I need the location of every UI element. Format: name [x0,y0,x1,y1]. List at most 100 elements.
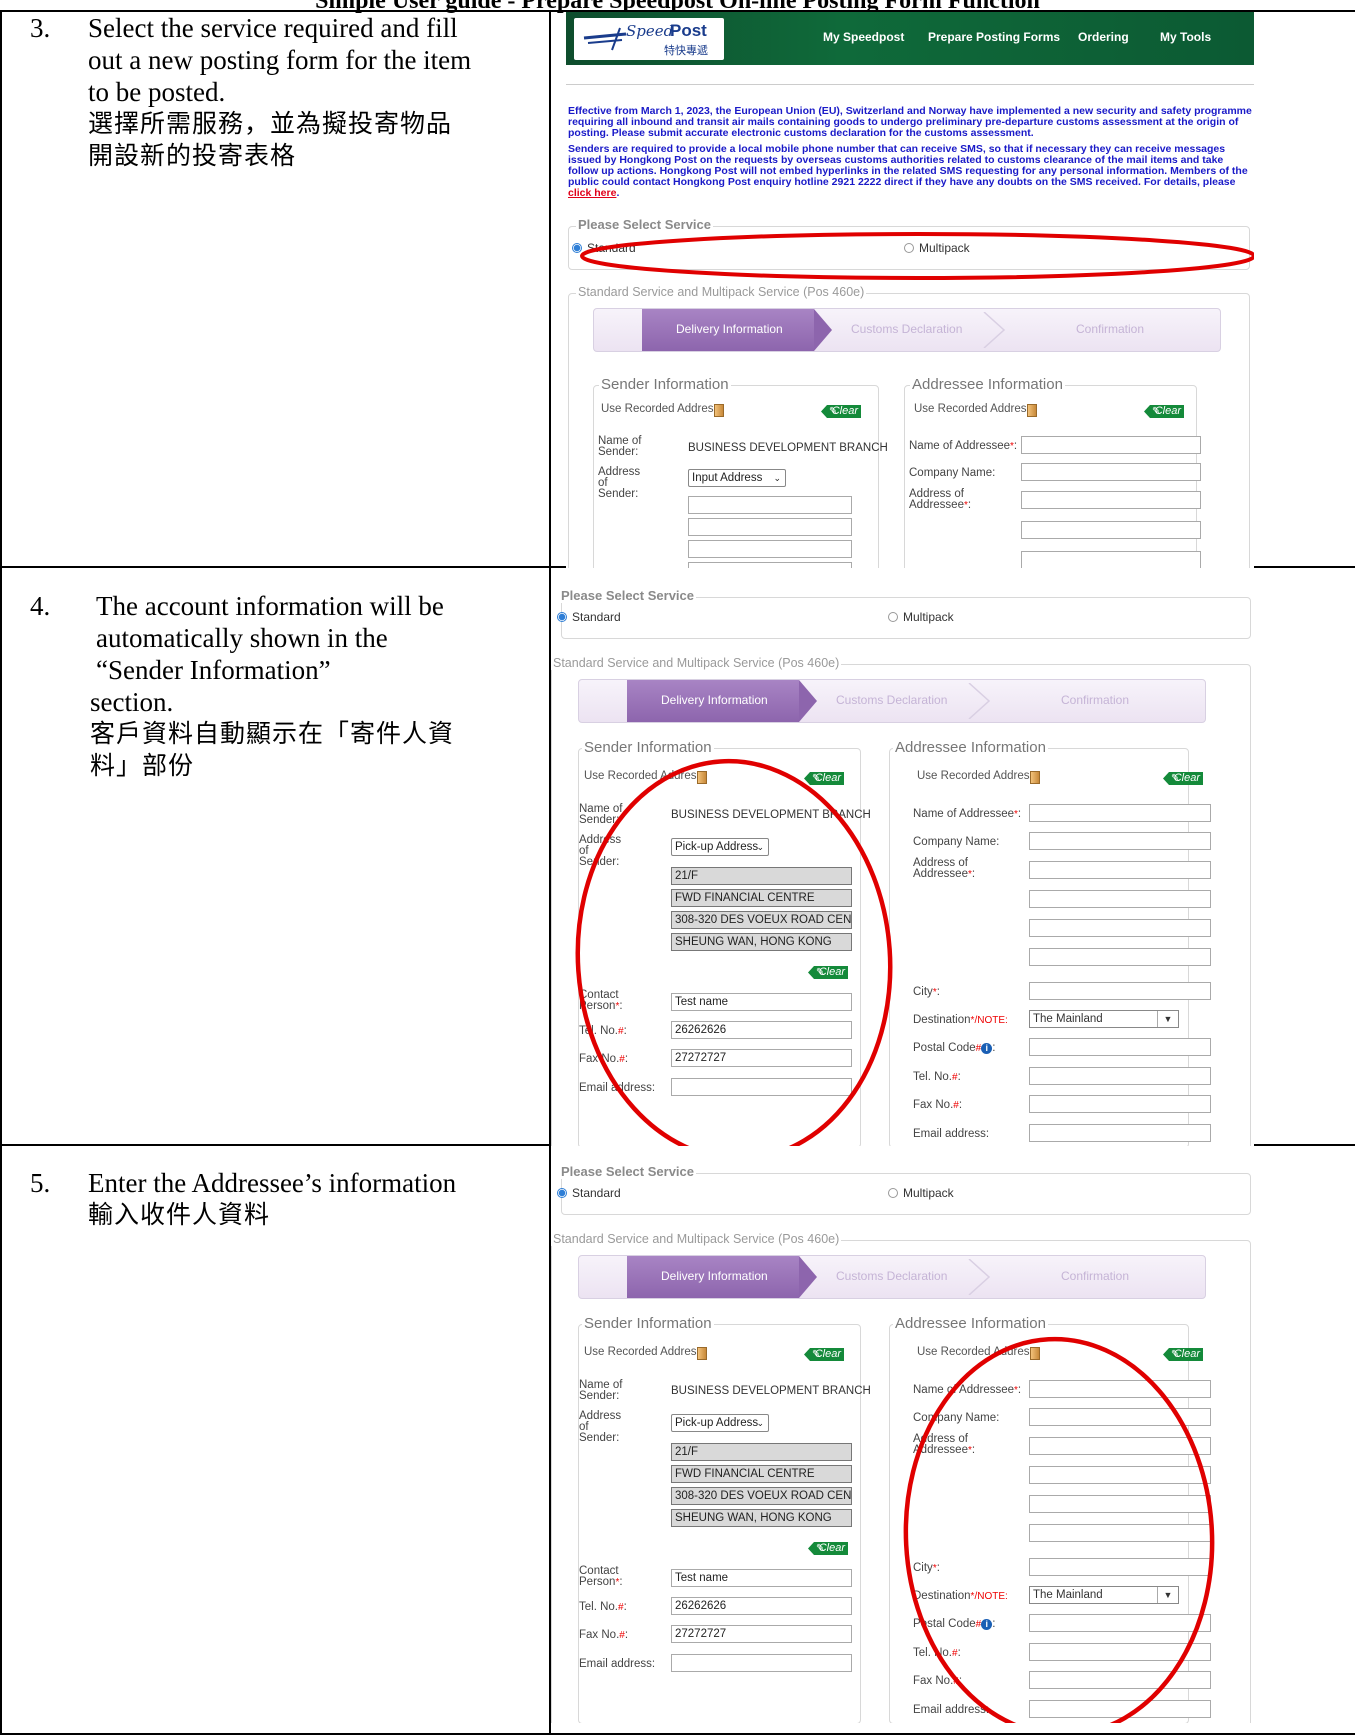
contact-person-input[interactable]: Test name [671,1569,852,1587]
radio-multipack[interactable]: Multipack [904,241,970,255]
addressee-tel-input[interactable] [1029,1067,1211,1085]
addressee-name-input[interactable] [1029,804,1211,822]
tab-delivery-information[interactable]: Delivery Information [676,322,783,336]
addressee-address-line-4[interactable] [1029,1524,1211,1542]
nav-my-tools[interactable]: My Tools [1160,30,1211,44]
tab-delivery-information[interactable]: Delivery Information [661,693,768,707]
address-type-select[interactable]: Pick-up Address ⌄ [671,1414,769,1432]
addressee-address-line-3[interactable] [1021,551,1201,568]
sender-address-line-3[interactable] [688,540,852,558]
nav-ordering[interactable]: Ordering [1078,30,1129,44]
use-recorded-address-link[interactable]: Use Recorded Address [601,403,719,415]
clear-addressee-button[interactable]: ✎ Clear [1144,405,1184,418]
pickup-address-line-3[interactable]: 308-320 DES VOEUX ROAD CENTI [671,911,852,929]
pickup-address-line-4[interactable]: SHEUNG WAN, HONG KONG [671,933,852,951]
info-icon[interactable]: i [981,1619,993,1630]
city-input[interactable] [1029,1558,1211,1576]
address-book-icon[interactable] [1030,771,1040,784]
use-recorded-address-link[interactable]: Use Recorded Address [917,1346,1035,1358]
addressee-fax-input[interactable] [1029,1095,1211,1113]
radio-standard[interactable]: Standard [572,241,636,255]
addressee-address-line-1[interactable] [1029,861,1211,879]
addressee-address-line-1[interactable] [1021,491,1201,509]
radio-standard[interactable]: Standard [557,610,621,624]
use-recorded-address-link[interactable]: Use Recorded Address [917,770,1035,782]
email-input[interactable] [671,1078,852,1096]
addressee-name-input[interactable] [1029,1380,1211,1398]
contact-person-input[interactable]: Test name [671,993,852,1011]
destination-select[interactable]: The Mainland ▼ [1029,1586,1179,1604]
step-line-cjk: 選擇所需服務，並為擬投寄物品 [88,109,453,138]
company-name-input[interactable] [1029,1408,1211,1426]
radio-standard[interactable]: Standard [557,1186,621,1200]
tab-customs-declaration[interactable]: Customs Declaration [836,693,947,707]
name-of-sender-label: Name of Sender: [579,1379,623,1402]
address-type-select[interactable]: Input Address ⌄ [688,469,786,487]
info-icon[interactable]: i [981,1043,993,1054]
address-book-icon[interactable] [697,771,707,784]
addressee-tel-input[interactable] [1029,1643,1211,1661]
address-book-icon[interactable] [1027,404,1037,417]
clear-addressee-button[interactable]: ✎ Clear [1163,1348,1203,1361]
city-input[interactable] [1029,982,1211,1000]
pickup-address-line-3[interactable]: 308-320 DES VOEUX ROAD CENTI [671,1487,852,1505]
sender-address-line-4[interactable] [688,562,852,568]
sender-name-value: BUSINESS DEVELOPMENT BRANCH [671,1385,871,1397]
email-input[interactable] [671,1654,852,1672]
sender-name-value: BUSINESS DEVELOPMENT BRANCH [671,809,871,821]
clear-address-button[interactable]: ✎ Clear [808,1542,848,1555]
addressee-fax-input[interactable] [1029,1671,1211,1689]
address-of-sender-label: Address of Sender: [579,834,622,868]
tel-input[interactable]: 26262626 [671,1597,852,1615]
tab-customs-declaration[interactable]: Customs Declaration [836,1269,947,1283]
form-progress-tabs: Delivery Information Customs Declaration… [593,308,1221,352]
nav-my-speedpost[interactable]: My Speedpost [823,30,904,44]
company-name-input[interactable] [1021,463,1201,481]
postal-code-input[interactable] [1029,1614,1211,1632]
destination-select[interactable]: The Mainland ▼ [1029,1010,1179,1028]
address-book-icon[interactable] [697,1347,707,1360]
use-recorded-address-link[interactable]: Use Recorded Address [914,403,1032,415]
clear-sender-button[interactable]: ✎ Clear [821,405,861,418]
fax-input[interactable]: 27272727 [671,1625,852,1643]
tel-input[interactable]: 26262626 [671,1021,852,1039]
addressee-email-input[interactable] [1029,1700,1211,1718]
address-type-select[interactable]: Pick-up Address ⌄ [671,838,769,856]
pickup-address-line-1[interactable]: 21/F [671,1443,852,1461]
use-recorded-address-link[interactable]: Use Recorded Address [584,1346,702,1358]
pickup-address-line-2[interactable]: FWD FINANCIAL CENTRE [671,1465,852,1483]
addressee-address-line-1[interactable] [1029,1437,1211,1455]
address-book-icon[interactable] [714,404,724,417]
radio-multipack[interactable]: Multipack [888,610,954,624]
postal-code-input[interactable] [1029,1038,1211,1056]
nav-prepare-posting-forms[interactable]: Prepare Posting Forms [928,30,1060,44]
addressee-address-line-3[interactable] [1029,1495,1211,1513]
sender-address-line-2[interactable] [688,518,852,536]
use-recorded-address-link[interactable]: Use Recorded Address [584,770,702,782]
addressee-address-line-3[interactable] [1029,919,1211,937]
clear-address-button[interactable]: ✎ Clear [808,966,848,979]
tab-delivery-information[interactable]: Delivery Information [661,1269,768,1283]
sender-address-line-1[interactable] [688,496,852,514]
addressee-name-input[interactable] [1021,436,1201,454]
clear-sender-button[interactable]: ✎ Clear [804,772,844,785]
clear-addressee-button[interactable]: ✎ Clear [1163,772,1203,785]
clear-sender-button[interactable]: ✎ Clear [804,1348,844,1361]
addressee-email-input[interactable] [1029,1124,1211,1142]
addressee-address-line-2[interactable] [1029,890,1211,908]
radio-multipack[interactable]: Multipack [888,1186,954,1200]
pickup-address-line-4[interactable]: SHEUNG WAN, HONG KONG [671,1509,852,1527]
tab-customs-declaration[interactable]: Customs Declaration [851,322,962,336]
tab-confirmation[interactable]: Confirmation [1061,1269,1129,1283]
company-name-input[interactable] [1029,832,1211,850]
tab-confirmation[interactable]: Confirmation [1076,322,1144,336]
fax-input[interactable]: 27272727 [671,1049,852,1067]
pickup-address-line-2[interactable]: FWD FINANCIAL CENTRE [671,889,852,907]
pickup-address-line-1[interactable]: 21/F [671,867,852,885]
addressee-address-line-4[interactable] [1029,948,1211,966]
addressee-address-line-2[interactable] [1029,1466,1211,1484]
click-here-link[interactable]: click here [568,187,616,199]
addressee-address-line-2[interactable] [1021,521,1201,539]
address-book-icon[interactable] [1030,1347,1040,1360]
tab-confirmation[interactable]: Confirmation [1061,693,1129,707]
